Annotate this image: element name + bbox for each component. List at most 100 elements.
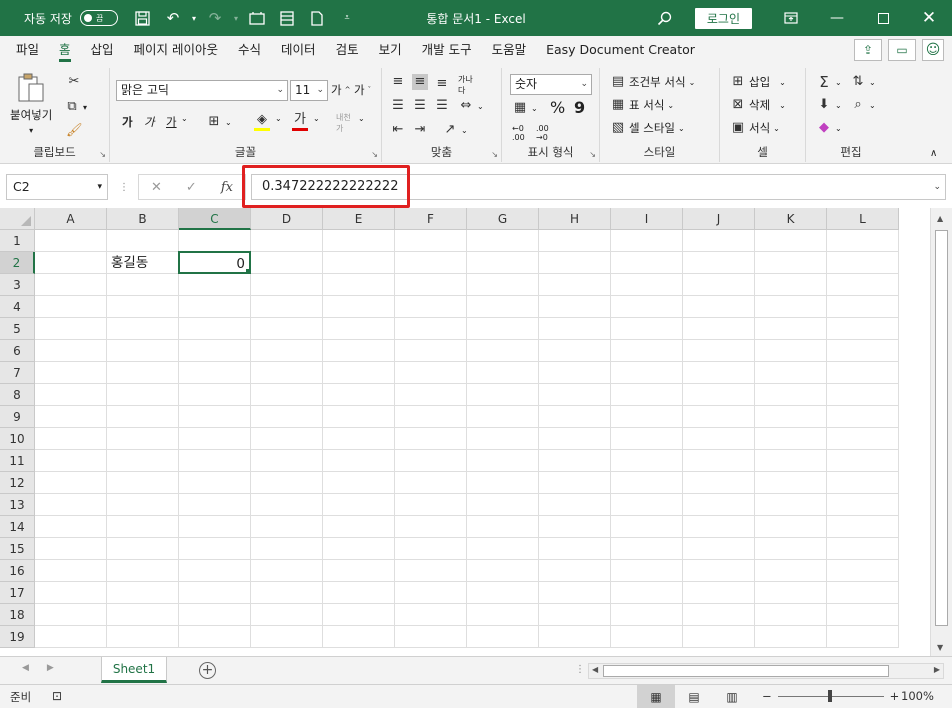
cell-b13[interactable] [107,494,179,516]
undo-icon[interactable]: ↶ [158,0,188,36]
cell-e8[interactable] [323,384,395,406]
align-bottom-icon[interactable]: ≡ [434,76,450,92]
cell-h15[interactable] [539,538,611,560]
cell-e7[interactable] [323,362,395,384]
cell-d4[interactable] [251,296,323,318]
cell-g17[interactable] [467,582,539,604]
cell-b19[interactable] [107,626,179,648]
phonetic-dropdown-icon[interactable]: ⌄ [358,114,365,123]
cell-h11[interactable] [539,450,611,472]
cell-a9[interactable] [35,406,107,428]
cell-f19[interactable] [395,626,467,648]
cell-k7[interactable] [755,362,827,384]
cell-h12[interactable] [539,472,611,494]
row-header-19[interactable]: 19 [0,626,35,648]
cell-l10[interactable] [827,428,899,450]
cell-e10[interactable] [323,428,395,450]
horizontal-scroll-thumb[interactable] [603,665,889,677]
cell-l17[interactable] [827,582,899,604]
cell-i16[interactable] [611,560,683,582]
cell-g19[interactable] [467,626,539,648]
cell-c18[interactable] [179,604,251,626]
cell-k2[interactable] [755,252,827,274]
underline-dropdown-icon[interactable]: ⌄ [181,114,188,123]
format-as-table-button[interactable]: ▦ 표 서식 ⌄ [610,97,674,113]
cell-h3[interactable] [539,274,611,296]
row-header-3[interactable]: 3 [0,274,35,296]
cell-f11[interactable] [395,450,467,472]
cell-styles-button[interactable]: ▧ 셀 스타일 ⌄ [610,120,685,136]
zoom-knob[interactable] [827,689,832,702]
cell-d8[interactable] [251,384,323,406]
row-header-2[interactable]: 2 [0,252,35,274]
cell-g18[interactable] [467,604,539,626]
cell-a2[interactable] [35,252,107,274]
cell-a17[interactable] [35,582,107,604]
cell-h5[interactable] [539,318,611,340]
cell-e18[interactable] [323,604,395,626]
zoom-track[interactable] [777,689,884,702]
clipboard-dialog-launcher-icon[interactable]: ↘ [99,150,106,159]
cell-i5[interactable] [611,318,683,340]
cell-l16[interactable] [827,560,899,582]
clear-icon[interactable]: ◆ ⌄ [816,120,842,136]
zoom-percent[interactable]: 100% [901,689,934,703]
cell-f12[interactable] [395,472,467,494]
page-break-view-icon[interactable]: ▥ [713,685,751,708]
tab-2[interactable]: 삽입 [81,36,124,64]
cell-j12[interactable] [683,472,755,494]
row-header-13[interactable]: 13 [0,494,35,516]
cell-h19[interactable] [539,626,611,648]
cell-d7[interactable] [251,362,323,384]
cell-e2[interactable] [323,252,395,274]
cell-j9[interactable] [683,406,755,428]
add-sheet-icon[interactable]: + [199,662,216,679]
enter-icon[interactable]: ✓ [186,180,197,195]
cell-g2[interactable] [467,252,539,274]
delete-cells-button[interactable]: ⊠ 삭제 ⌄ [730,97,786,113]
cell-g12[interactable] [467,472,539,494]
cell-e15[interactable] [323,538,395,560]
column-header-f[interactable]: F [395,208,467,230]
cell-k9[interactable] [755,406,827,428]
cell-d10[interactable] [251,428,323,450]
cell-i1[interactable] [611,230,683,252]
tab-7[interactable]: 보기 [369,36,412,64]
cell-k1[interactable] [755,230,827,252]
find-select-icon[interactable]: ⌕ ⌄ [850,97,875,113]
font-size-box[interactable]: 11 ⌄ [290,80,328,101]
cell-i3[interactable] [611,274,683,296]
row-header-7[interactable]: 7 [0,362,35,384]
cell-i19[interactable] [611,626,683,648]
cell-k14[interactable] [755,516,827,538]
cell-h2[interactable] [539,252,611,274]
tab-split-grip-icon[interactable]: ⋮ [575,664,585,675]
cell-c13[interactable] [179,494,251,516]
column-header-g[interactable]: G [467,208,539,230]
cell-f3[interactable] [395,274,467,296]
camera-icon[interactable] [242,0,272,36]
vertical-scrollbar[interactable]: ▲ ▼ [930,208,952,656]
cell-h7[interactable] [539,362,611,384]
scroll-left-icon[interactable]: ◀ [592,665,598,674]
cell-e5[interactable] [323,318,395,340]
align-center-icon[interactable]: ☰ [412,98,428,114]
cell-c5[interactable] [179,318,251,340]
cell-j14[interactable] [683,516,755,538]
cell-l8[interactable] [827,384,899,406]
cancel-icon[interactable]: ✕ [151,180,162,195]
cell-g13[interactable] [467,494,539,516]
cell-i10[interactable] [611,428,683,450]
cell-j11[interactable] [683,450,755,472]
cell-k3[interactable] [755,274,827,296]
sheet-tab-sheet1[interactable]: Sheet1 [101,657,167,683]
zoom-out-icon[interactable]: − [762,689,772,703]
align-left-icon[interactable]: ☰ [390,98,406,114]
tab-1[interactable]: 홈 [49,36,81,64]
row-header-1[interactable]: 1 [0,230,35,252]
scroll-right-icon[interactable]: ▶ [934,665,940,674]
cell-g16[interactable] [467,560,539,582]
search-icon[interactable] [645,0,685,36]
cell-b12[interactable] [107,472,179,494]
cell-a18[interactable] [35,604,107,626]
